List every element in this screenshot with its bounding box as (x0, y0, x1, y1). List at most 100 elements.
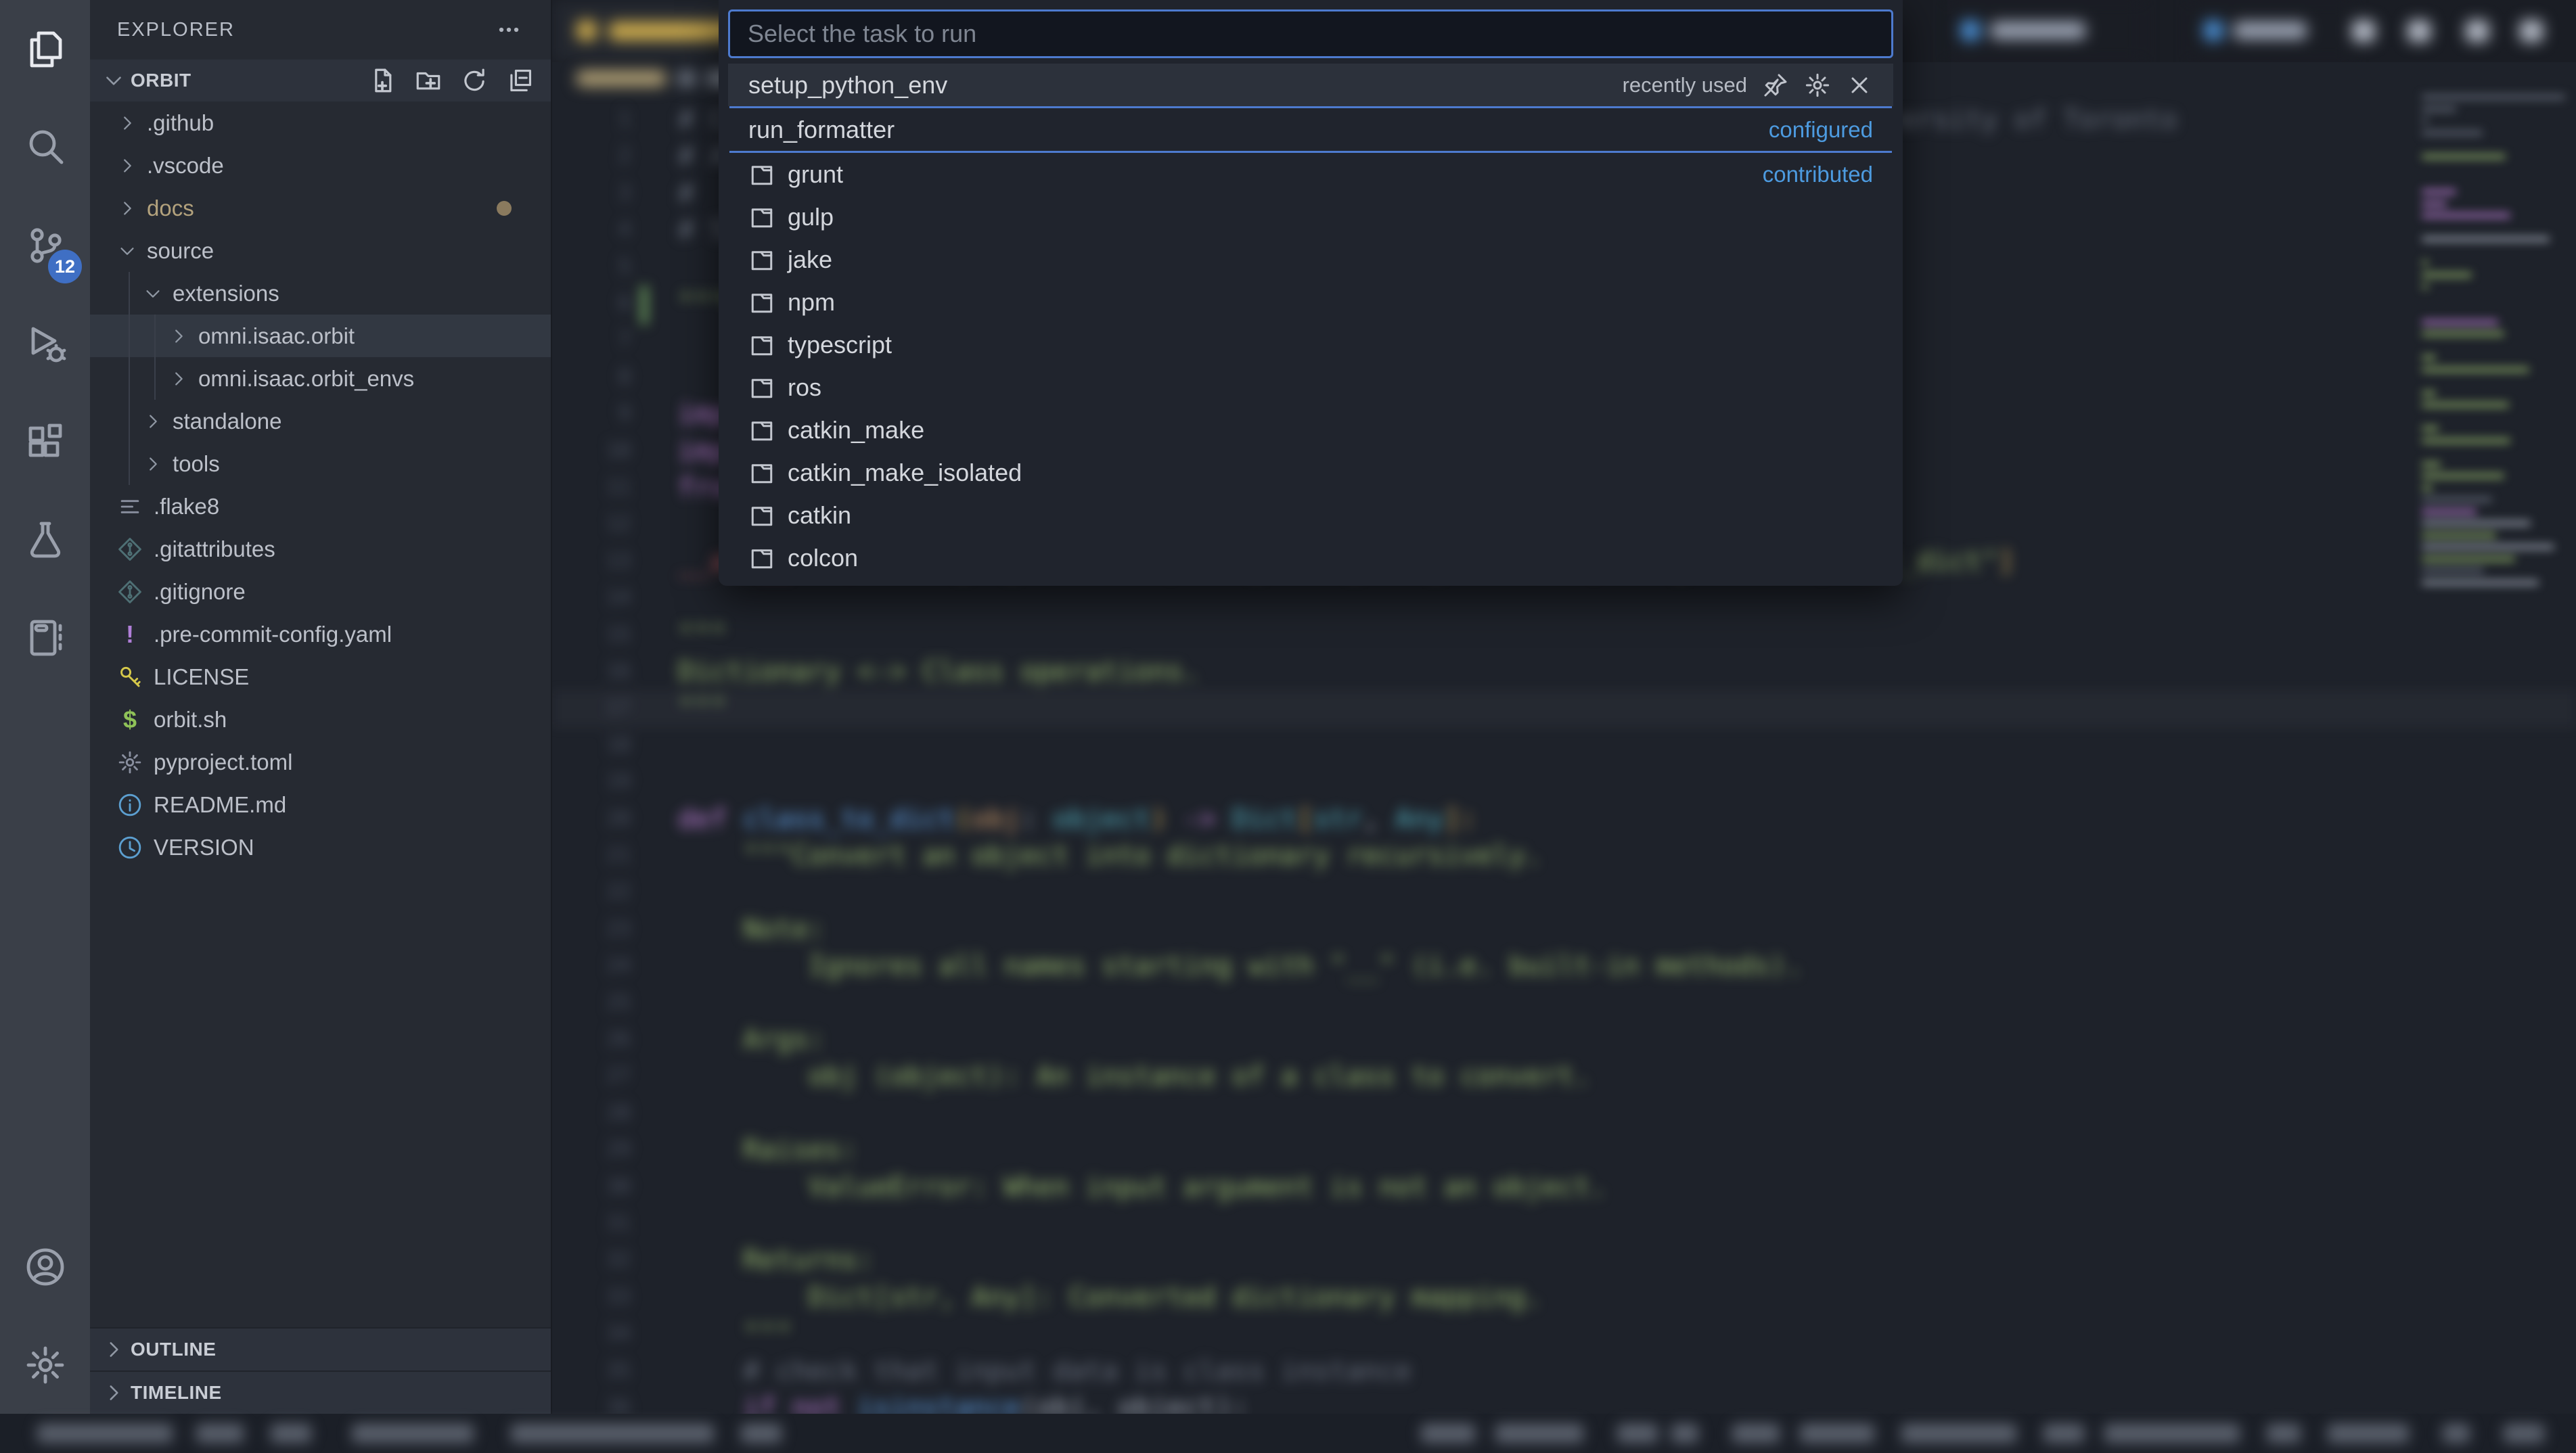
status-bar-item-blurred[interactable] (37, 1424, 173, 1443)
task-provider-link[interactable]: contributed (1763, 162, 1873, 187)
task-item-setup_python_env[interactable]: setup_python_envrecently used (728, 64, 1893, 106)
status-bar-item-blurred[interactable] (741, 1424, 782, 1443)
minimap-line (2422, 213, 2510, 218)
section-header-outline[interactable]: OUTLINE (90, 1327, 551, 1370)
status-bar-item-blurred[interactable] (2267, 1424, 2301, 1443)
status-bar-item-blurred[interactable] (1901, 1424, 2016, 1443)
collapse-all-icon[interactable] (506, 66, 535, 95)
status-bar-item-blurred[interactable] (2104, 1424, 2240, 1443)
task-item-colcon[interactable]: colcon (728, 536, 1893, 579)
chevron-right-icon (168, 369, 189, 389)
status-bar-item-blurred[interactable] (1671, 1424, 1698, 1443)
info-icon (117, 792, 143, 818)
folder-icon (748, 204, 775, 231)
status-bar[interactable] (0, 1414, 2576, 1453)
tree-item--pre-commit-config-yaml[interactable]: !.pre-commit-config.yaml (90, 613, 551, 655)
status-bar-item-blurred[interactable] (1732, 1424, 1780, 1443)
activity-run-debug[interactable] (0, 294, 90, 392)
tree-item-license[interactable]: LICENSE (90, 655, 551, 698)
tree-item-orbit-sh[interactable]: $orbit.sh (90, 698, 551, 741)
tree-item--gitattributes[interactable]: .gitattributes (90, 528, 551, 570)
python-file-icon-blurred (2204, 20, 2223, 41)
task-item-catkin_make_isolated[interactable]: catkin_make_isolated (728, 451, 1893, 494)
task-item-jake[interactable]: jake (728, 238, 1893, 281)
activity-testing[interactable] (0, 490, 90, 589)
tree-item--github[interactable]: .github (90, 101, 551, 144)
tree-item-extensions[interactable]: extensions (90, 272, 551, 315)
tree-item-docs[interactable]: docs (90, 187, 551, 229)
activity-extensions[interactable] (0, 392, 90, 490)
section-header-orbit[interactable]: ORBIT (90, 60, 551, 101)
gear-icon[interactable] (1804, 72, 1831, 99)
section-header-timeline[interactable]: TIMELINE (90, 1370, 551, 1414)
pin-icon[interactable] (1762, 72, 1789, 99)
status-bar-item-blurred[interactable] (196, 1424, 244, 1443)
activity-bar-bottom (0, 1218, 90, 1414)
status-bar-item-blurred[interactable] (511, 1424, 714, 1443)
more-actions-icon[interactable] (494, 15, 524, 45)
tab-blurred[interactable] (2190, 0, 2351, 62)
task-item-gulp[interactable]: gulp (728, 195, 1893, 238)
status-bar-item-blurred[interactable] (271, 1424, 311, 1443)
new-file-icon[interactable] (368, 66, 397, 95)
tree-item--flake8[interactable]: .flake8 (90, 485, 551, 528)
activity-source-control[interactable]: 12 (0, 196, 90, 294)
section-title: TIMELINE (131, 1382, 222, 1404)
status-bar-item-blurred[interactable] (2443, 1424, 2470, 1443)
task-item-catkin_make[interactable]: catkin_make (728, 409, 1893, 451)
code-line (552, 874, 2576, 910)
accounts-icon (24, 1245, 67, 1289)
refresh-icon[interactable] (460, 66, 489, 95)
task-item-grunt[interactable]: gruntcontributed (728, 153, 1893, 195)
tree-item-standalone[interactable]: standalone (90, 400, 551, 442)
task-item-catkin[interactable]: catkin (728, 494, 1893, 536)
minimap-line (2422, 426, 2439, 431)
activity-remote-explorer[interactable] (0, 589, 90, 687)
editor-action-icon-blurred (2520, 20, 2543, 42)
tree-item-readme-md[interactable]: README.md (90, 783, 551, 826)
activity-explorer[interactable] (0, 0, 90, 98)
tree-item-omni-isaac-orbit-envs[interactable]: omni.isaac.orbit_envs (90, 357, 551, 400)
status-bar-item-blurred[interactable] (1617, 1424, 1658, 1443)
folder-icon (748, 246, 775, 273)
tree-item-omni-isaac-orbit[interactable]: omni.isaac.orbit (90, 315, 551, 357)
tree-item-version[interactable]: VERSION (90, 826, 551, 869)
task-item-npm[interactable]: npm (728, 281, 1893, 323)
minimap-line (2422, 474, 2504, 478)
task-item-typescript[interactable]: typescript (728, 323, 1893, 366)
new-folder-icon[interactable] (414, 66, 443, 95)
task-provider-link[interactable]: configured (1769, 117, 1873, 143)
minimap[interactable] (2416, 95, 2573, 568)
tab-blurred[interactable] (1947, 0, 2142, 62)
task-item-run_formatter[interactable]: run_formatterconfigured (728, 108, 1893, 151)
tree-item--gitignore[interactable]: .gitignore (90, 570, 551, 613)
chevron-right-icon (168, 326, 189, 346)
tree-item-pyproject-toml[interactable]: pyproject.toml (90, 741, 551, 783)
folder-icon (748, 417, 775, 444)
quick-pick-input[interactable]: Select the task to run (728, 9, 1893, 58)
chevron-right-icon (143, 411, 163, 432)
status-bar-item-blurred[interactable] (2043, 1424, 2084, 1443)
status-bar-item-blurred[interactable] (1800, 1424, 1874, 1443)
tree-item--vscode[interactable]: .vscode (90, 144, 551, 187)
git-icon (117, 536, 143, 562)
status-bar-blurred (0, 1414, 2576, 1453)
task-quick-pick: Select the task to run setup_python_envr… (719, 0, 1903, 586)
activity-accounts[interactable] (0, 1218, 90, 1316)
tree-item-source[interactable]: source (90, 229, 551, 272)
code-line: """ (552, 1316, 2576, 1352)
status-bar-item-blurred[interactable] (1421, 1424, 1475, 1443)
close-icon[interactable] (1846, 72, 1873, 99)
tree-item-tools[interactable]: tools (90, 442, 551, 485)
task-item-ros[interactable]: ros (728, 366, 1893, 409)
status-bar-item-blurred[interactable] (1495, 1424, 1583, 1443)
minimap-line (2422, 260, 2428, 265)
code-line: Raises: (552, 1132, 2576, 1168)
git-icon (117, 579, 143, 605)
status-bar-item-blurred[interactable] (2328, 1424, 2409, 1443)
status-bar-item-blurred[interactable] (2504, 1424, 2544, 1443)
activity-search[interactable] (0, 98, 90, 196)
activity-settings[interactable] (0, 1316, 90, 1414)
code-line: """Convert an object into dictionary rec… (552, 837, 2576, 874)
status-bar-item-blurred[interactable] (352, 1424, 474, 1443)
